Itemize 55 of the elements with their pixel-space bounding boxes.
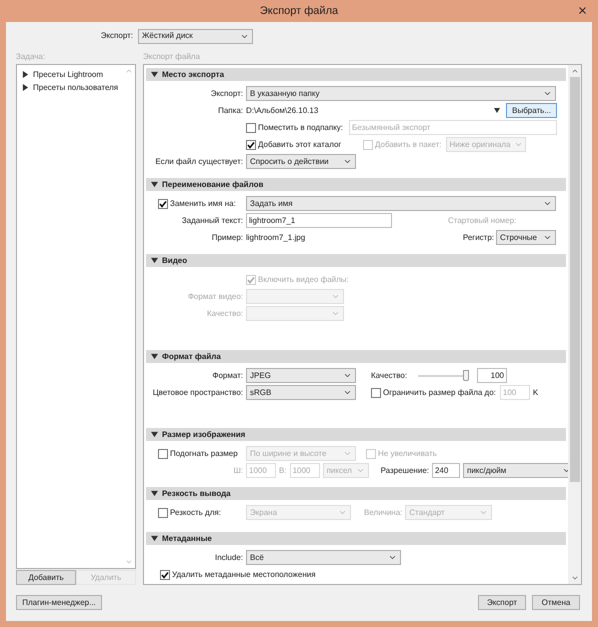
task-label: Задача: [16,51,46,63]
folder-path: D:\Альбом\26.10.13 [246,104,320,116]
section-header[interactable]: Размер изображения [146,428,566,441]
export-file-label: Экспорт файла [143,51,200,63]
window-title: Экспорт файла [260,4,338,19]
field-label: Ш: [233,464,243,476]
checkbox[interactable]: Ограничить размер файла до: [371,386,496,398]
field-label: Стартовый номер: [448,216,516,224]
field-label: Качество: [371,370,408,380]
checkbox[interactable]: Добавить этот каталог [246,138,361,150]
input-field[interactable]: 240 [432,463,460,478]
field-label: Заданный текст: [182,214,243,226]
checkbox[interactable]: Заменить имя на: [158,198,236,210]
button[interactable]: Экспорт [478,595,526,610]
input-field[interactable]: 100 [477,368,507,383]
choose-button[interactable]: Выбрать... [506,103,557,118]
field-label: Папка: [218,104,243,116]
input-field[interactable]: lightroom7_1 [246,213,392,228]
button[interactable]: Добавить [16,570,76,585]
dropdown[interactable]: Жёсткий диск [138,28,253,44]
section-header[interactable]: Видео [146,254,566,267]
dropdown[interactable]: JPEG [246,368,356,383]
field-label: Include: [214,552,243,564]
field-label: Регистр: [462,232,494,242]
field-label: Пример: [212,232,243,244]
dropdown[interactable]: пикс/дюйм [462,463,568,478]
field-label: Цветовое пространство: [152,386,243,398]
field-label: Качество: [206,308,243,320]
checkbox[interactable]: Удалить метаданные местоположения [160,568,316,580]
checkbox[interactable]: Поместить в подпапку: [246,122,344,134]
field-label: Если файл существует: [155,156,243,168]
field-label: В: [279,466,287,474]
unit-label: K [532,386,538,398]
button[interactable]: Отмена [532,595,580,610]
section-header[interactable]: Метаданные [146,532,566,545]
dropdown[interactable]: В указанную папку [246,86,556,101]
dropdown[interactable]: Строчные [496,230,556,245]
section-header[interactable]: Переименование файлов [146,178,566,191]
example-filename: lightroom7_1.jpg [246,232,306,244]
dropdown[interactable]: Спросить о действии [246,154,356,169]
section-header[interactable]: Место экспорта [146,68,566,81]
field-label: Разрешение: [380,466,429,474]
section-header[interactable]: Формат файла [146,350,566,363]
tree-item[interactable]: Пресеты Lightroom [22,68,135,81]
tree-item[interactable]: Пресеты пользователя [22,81,135,94]
export-label: Экспорт: [100,30,134,42]
field-label: Формат видео: [188,290,243,302]
dropdown[interactable]: sRGB [246,385,356,400]
field-label: Экспорт: [210,88,243,100]
dropdown[interactable]: Задать имя [246,196,556,211]
field-label: Величина: [364,508,402,516]
button[interactable]: Плагин-менеджер... [16,595,102,610]
field-label: Формат: [212,370,243,382]
section-header[interactable]: Резкость вывода [146,487,566,500]
dropdown[interactable]: Всё [246,550,401,565]
